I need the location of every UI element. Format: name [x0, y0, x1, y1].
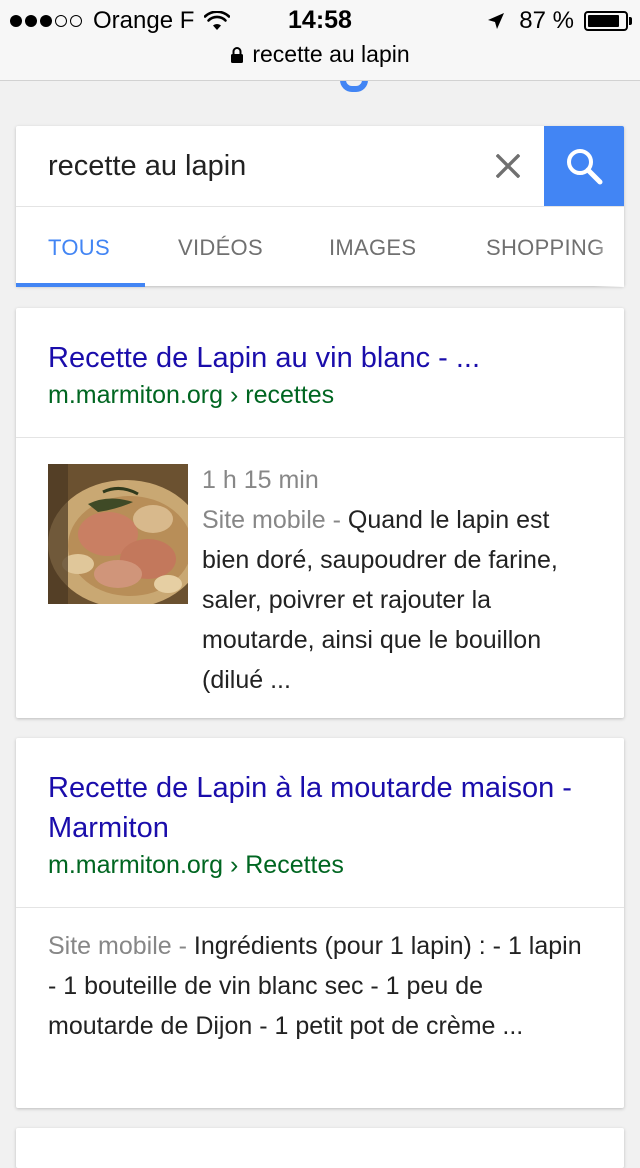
result-url: m.marmiton.org › recettes — [48, 381, 335, 409]
search-input[interactable] — [48, 150, 478, 183]
battery-tip — [629, 17, 632, 25]
snippet-body: Quand le lapin est bien doré, saupoudrer… — [202, 506, 558, 694]
google-logo-fragment — [340, 80, 368, 92]
battery-level — [588, 15, 620, 27]
site-mobile-label: Site mobile - — [202, 506, 348, 534]
search-row — [16, 126, 624, 207]
search-button[interactable] — [544, 126, 624, 206]
search-card: TOUS VIDÉOS IMAGES SHOPPING — [16, 126, 624, 287]
result-body: 1 h 15 min Site mobile - Quand le lapin … — [16, 438, 624, 700]
result-snippet: 1 h 15 min Site mobile - Quand le lapin … — [202, 460, 592, 700]
result-title-link[interactable]: Recette de Lapin au vin blanc - ... — [48, 338, 592, 378]
tab-shopping[interactable]: SHOPPING — [486, 235, 605, 261]
lock-icon — [230, 46, 244, 64]
recipe-thumbnail[interactable] — [48, 464, 188, 604]
search-result-card: Recette de Lapin au vin blanc - ... m.ma… — [16, 308, 624, 718]
battery-percent: 87 % — [519, 7, 574, 34]
result-header: Recette de Lapin à la moutarde maison - … — [16, 738, 624, 908]
rabbit-dish-image — [48, 464, 188, 604]
close-icon — [496, 154, 520, 178]
result-body: Site mobile - Ingrédients (pour 1 lapin)… — [16, 908, 624, 1046]
cooking-duration: 1 h 15 min — [202, 466, 319, 494]
search-result-card: Recette de Lapin à la moutarde maison - … — [16, 738, 624, 1108]
snippet-text: Site mobile - Quand le lapin est bien do… — [202, 500, 592, 700]
search-tabs: TOUS VIDÉOS IMAGES SHOPPING — [16, 207, 624, 287]
tab-videos[interactable]: VIDÉOS — [178, 235, 263, 261]
result-snippet: Site mobile - Ingrédients (pour 1 lapin)… — [48, 926, 592, 1046]
battery-body — [584, 11, 628, 31]
tabs-overflow-fade — [594, 207, 624, 287]
address-text: recette au lapin — [252, 41, 410, 67]
address-bar[interactable]: recette au lapin — [0, 41, 640, 68]
status-bar-right: 87 % — [487, 7, 632, 34]
result-header: Recette de Lapin au vin blanc - ... m.ma… — [16, 308, 624, 438]
search-icon — [567, 149, 603, 185]
site-mobile-label: Site mobile - — [48, 932, 194, 960]
result-url: m.marmiton.org › Recettes — [48, 851, 344, 879]
tab-images[interactable]: IMAGES — [329, 235, 416, 261]
search-result-card-partial — [16, 1128, 624, 1168]
status-bar: Orange F 14:58 87 % recette au lapin — [0, 0, 640, 81]
result-title-link[interactable]: Recette de Lapin à la moutarde maison - … — [48, 768, 592, 848]
tab-all[interactable]: TOUS — [48, 235, 110, 261]
location-arrow-icon — [487, 12, 505, 30]
clear-search-button[interactable] — [488, 146, 528, 186]
battery-icon — [584, 11, 632, 31]
active-tab-indicator — [16, 283, 145, 287]
